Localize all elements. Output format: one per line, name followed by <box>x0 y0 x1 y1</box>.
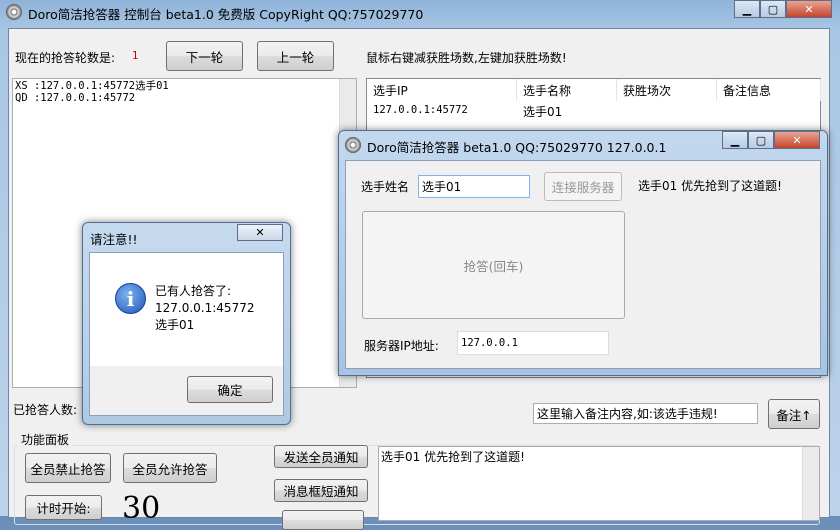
main-window-controls: ▁ ▢ ✕ <box>734 0 832 18</box>
ban-all-button[interactable]: 全员禁止抢答 <box>25 453 111 483</box>
server-ip-label: 服务器IP地址: <box>364 339 439 353</box>
msgbox-notice-button[interactable]: 消息框短通知 <box>274 479 368 502</box>
timer-start-button[interactable]: 计时开始: <box>25 495 102 520</box>
buzz-button[interactable]: 抢答(回车) <box>362 211 625 319</box>
column-header[interactable]: 选手名称 <box>517 79 617 101</box>
answered-count-label: 已抢答人数: <box>13 403 78 417</box>
cell-ip: 127.0.0.1:45772 <box>373 104 468 116</box>
main-title: Doro简洁抢答器 控制台 beta1.0 免费版 CopyRight QQ:7… <box>28 7 424 22</box>
table-row[interactable]: 127.0.0.1:45772 选手01 <box>367 102 820 120</box>
dialog-line: 已有人抢答了: <box>155 284 232 298</box>
dialog-close-button[interactable]: ✕ <box>237 224 283 241</box>
close-button[interactable]: ✕ <box>774 131 820 149</box>
dialog-line: 127.0.0.1:45772 <box>155 301 255 315</box>
maximize-button[interactable]: ▢ <box>748 131 774 149</box>
send-notice-button[interactable]: 发送全员通知 <box>274 445 368 468</box>
minimize-button[interactable]: ▁ <box>734 0 760 18</box>
timer-value: 30 <box>122 491 161 526</box>
next-round-button[interactable]: 下一轮 <box>166 41 243 71</box>
prev-round-button[interactable]: 上一轮 <box>257 41 334 71</box>
cell-name: 选手01 <box>523 105 563 119</box>
dialog-controls: ✕ <box>237 224 283 241</box>
name-input[interactable]: 选手01 <box>418 175 530 198</box>
dialog-line: 选手01 <box>155 318 195 332</box>
close-button[interactable]: ✕ <box>786 0 832 18</box>
server-ip-input[interactable]: 127.0.0.1 <box>457 331 609 355</box>
ok-button[interactable]: 确定 <box>187 376 273 403</box>
maximize-button[interactable]: ▢ <box>760 0 786 18</box>
client-film-icon <box>345 137 361 153</box>
column-header[interactable]: 备注信息 <box>717 79 821 101</box>
log-line: XS :127.0.0.1:45772选手01 <box>15 80 169 92</box>
client-title: Doro简洁抢答器 beta1.0 QQ:75029770 127.0.0.1 <box>367 140 667 155</box>
allow-all-button[interactable]: 全员允许抢答 <box>123 453 217 483</box>
app-film-icon <box>6 4 22 20</box>
name-label: 选手姓名 <box>361 180 410 194</box>
column-header[interactable]: 选手IP <box>367 79 517 101</box>
note-button[interactable]: 备注↑ <box>768 399 820 429</box>
round-value: 1 <box>132 50 139 62</box>
panel-title: 功能面板 <box>18 431 73 448</box>
dialog-message: 已有人抢答了: 127.0.0.1:45772 选手01 <box>155 283 254 334</box>
client-status: 选手01 优先抢到了这道题! <box>638 179 782 193</box>
round-label: 现在的抢答轮数是: <box>15 51 116 65</box>
minimize-button[interactable]: ▁ <box>722 131 748 149</box>
column-header[interactable]: 获胜场次 <box>617 79 717 101</box>
extra-button[interactable] <box>282 510 364 530</box>
connect-button[interactable]: 连接服务器 <box>544 172 622 201</box>
message-log-text: 选手01 优先抢到了这道题! <box>381 450 525 464</box>
log-line: QD :127.0.0.1:45772 <box>15 92 136 104</box>
info-icon: i <box>115 283 146 314</box>
message-scrollbar[interactable] <box>802 447 819 520</box>
client-window-controls: ▁ ▢ ✕ <box>722 131 820 149</box>
message-log[interactable]: 选手01 优先抢到了这道题! <box>378 446 820 521</box>
note-input[interactable]: 这里输入备注内容,如:该选手违规! <box>533 403 758 424</box>
dialog-title: 请注意!! <box>90 232 138 247</box>
hint-text: 鼠标右键减获胜场数,左键加获胜场数! <box>366 51 567 65</box>
